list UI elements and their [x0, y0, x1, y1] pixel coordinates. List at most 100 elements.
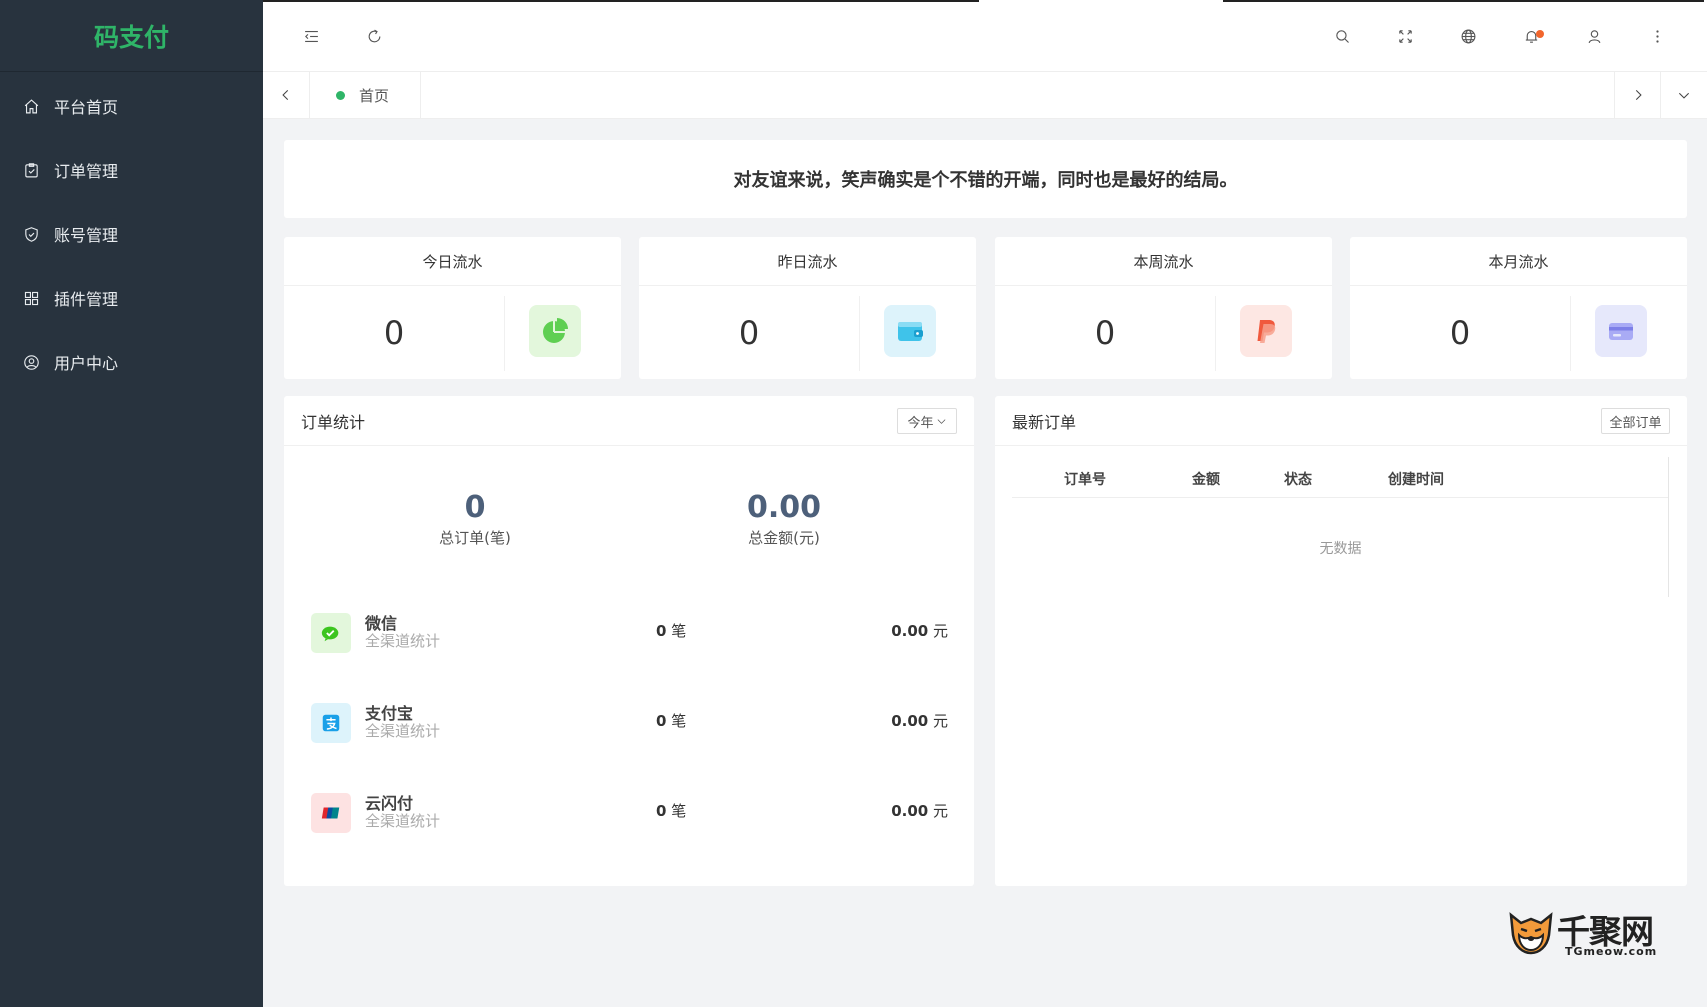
sidebar-item-accounts[interactable]: 账号管理 [0, 202, 263, 266]
total-orders-summary: 0 总订单(笔) [375, 490, 575, 548]
progress-line [263, 0, 979, 2]
active-tab-dot [336, 90, 345, 100]
notification-dot [1536, 30, 1544, 38]
total-amount-label: 总金额(元) [748, 529, 820, 547]
wallet-icon [884, 305, 936, 357]
all-orders-button[interactable]: 全部订单 [1601, 408, 1670, 434]
refresh-button[interactable] [360, 22, 388, 50]
tab-bar: 首页 [263, 72, 1707, 119]
alipay-icon [311, 703, 351, 743]
globe-icon [1461, 29, 1475, 43]
channel-row-unionpay: 云闪付 全渠道统计 0 笔 0.00 元 [284, 783, 974, 843]
wechat-icon [311, 613, 351, 653]
card-icon [1595, 305, 1647, 357]
stat-value: 0 [738, 313, 760, 352]
column-header[interactable]: 订单号 [1064, 469, 1106, 489]
total-orders-value: 0 [464, 490, 486, 525]
tab-home[interactable]: 首页 [309, 72, 421, 118]
sidebar-item-home[interactable]: 平台首页 [0, 74, 263, 138]
sidebar-item-label: 用户中心 [54, 354, 119, 373]
channel-row-wechat: 微信 全渠道统计 0 笔 0.00 元 [284, 603, 974, 663]
sidebar-item-label: 订单管理 [54, 162, 119, 181]
sidebar-item-plugins[interactable]: 插件管理 [0, 266, 263, 330]
chevron-down-icon [937, 418, 945, 424]
notification-button[interactable] [1517, 22, 1545, 50]
channel-amount: 0.00 元 [891, 622, 948, 640]
watermark: 千聚网 TGmeow.com [1505, 905, 1660, 960]
total-orders-label: 总订单(笔) [439, 529, 511, 547]
home-icon [22, 97, 40, 115]
channel-sub: 全渠道统计 [365, 722, 441, 740]
stat-card-month: 本月流水 0 [1350, 237, 1687, 379]
shield-icon [22, 225, 40, 243]
channel-count: 0 笔 [656, 622, 687, 640]
period-select[interactable]: 今年 [897, 408, 957, 434]
pie-chart-icon [529, 305, 581, 357]
column-header[interactable]: 金额 [1192, 469, 1220, 489]
channel-count: 0 笔 [656, 712, 687, 730]
language-button[interactable] [1454, 22, 1482, 50]
refresh-icon [368, 29, 380, 42]
stat-value: 0 [383, 313, 405, 352]
period-select-label: 今年 [907, 415, 934, 431]
channel-sub: 全渠道统计 [365, 812, 441, 830]
search-icon [1335, 29, 1349, 43]
fullscreen-button[interactable] [1391, 22, 1419, 50]
channel-amount: 0.00 元 [891, 802, 948, 820]
stat-title: 今日流水 [284, 237, 621, 286]
notice-banner: 对友谊来说，笑声确实是个不错的开端，同时也是最好的结局。 [284, 140, 1687, 218]
tab-scroll-right-button[interactable] [1614, 72, 1660, 118]
stat-value: 0 [1449, 313, 1471, 352]
tab-label: 首页 [359, 86, 390, 105]
column-header[interactable]: 创建时间 [1388, 469, 1444, 489]
chevron-left-icon [282, 89, 289, 101]
stat-title: 本周流水 [995, 237, 1332, 286]
channel-amount: 0.00 元 [891, 712, 948, 730]
channel-row-alipay: 支付宝 全渠道统计 0 笔 0.00 元 [284, 693, 974, 753]
empty-placeholder: 无数据 [1319, 541, 1362, 557]
sidebar-item-orders[interactable]: 订单管理 [0, 138, 263, 202]
more-button[interactable] [1643, 22, 1671, 50]
column-header[interactable]: 状态 [1284, 469, 1312, 489]
menu-fold-button[interactable] [297, 22, 325, 50]
orders-table-header: 订单号 金额 状态 创建时间 [1012, 457, 1669, 498]
tab-scroll-left-button[interactable] [263, 72, 309, 118]
grid-icon [22, 289, 40, 307]
table-border [1668, 457, 1669, 597]
chevron-down-icon [1678, 92, 1689, 99]
progress-line [1223, 0, 1704, 2]
paypal-icon [1240, 305, 1292, 357]
search-button[interactable] [1328, 22, 1356, 50]
user-circle-icon [22, 353, 40, 371]
fullscreen-icon [1398, 29, 1412, 43]
sidebar-item-label: 插件管理 [54, 290, 119, 309]
shiba-logo-icon [1509, 912, 1553, 955]
sidebar-item-label: 账号管理 [54, 226, 119, 245]
total-amount-summary: 0.00 总金额(元) [684, 490, 884, 548]
sidebar-menu: 平台首页 订单管理 账号管理 插件管理 用户中心 [0, 72, 263, 394]
panel-title: 最新订单 [1012, 412, 1077, 432]
stat-card-today: 今日流水 0 [284, 237, 621, 379]
channel-sub: 全渠道统计 [365, 632, 441, 650]
unionpay-icon [311, 793, 351, 833]
stat-card-week: 本周流水 0 [995, 237, 1332, 379]
sidebar: 码支付 平台首页 订单管理 账号管理 插件管理 用户中心 [0, 0, 263, 1007]
stat-title: 本月流水 [1350, 237, 1687, 286]
stat-card-yesterday: 昨日流水 0 [639, 237, 976, 379]
user-icon [1588, 29, 1600, 43]
more-icon [1655, 29, 1659, 43]
top-header [263, 0, 1707, 72]
menu-fold-icon [304, 30, 318, 42]
chevron-right-icon [1635, 89, 1642, 101]
tab-dropdown-button[interactable] [1660, 72, 1706, 118]
watermark-sub: TGmeow.com [1565, 945, 1658, 958]
panel-title: 订单统计 [301, 412, 366, 432]
sidebar-item-user-center[interactable]: 用户中心 [0, 330, 263, 394]
app-logo[interactable]: 码支付 [0, 0, 263, 72]
user-button[interactable] [1580, 22, 1608, 50]
total-amount-value: 0.00 [746, 490, 822, 525]
channel-count: 0 笔 [656, 802, 687, 820]
stat-title: 昨日流水 [639, 237, 976, 286]
sidebar-item-label: 平台首页 [54, 98, 119, 117]
order-icon [22, 161, 40, 179]
